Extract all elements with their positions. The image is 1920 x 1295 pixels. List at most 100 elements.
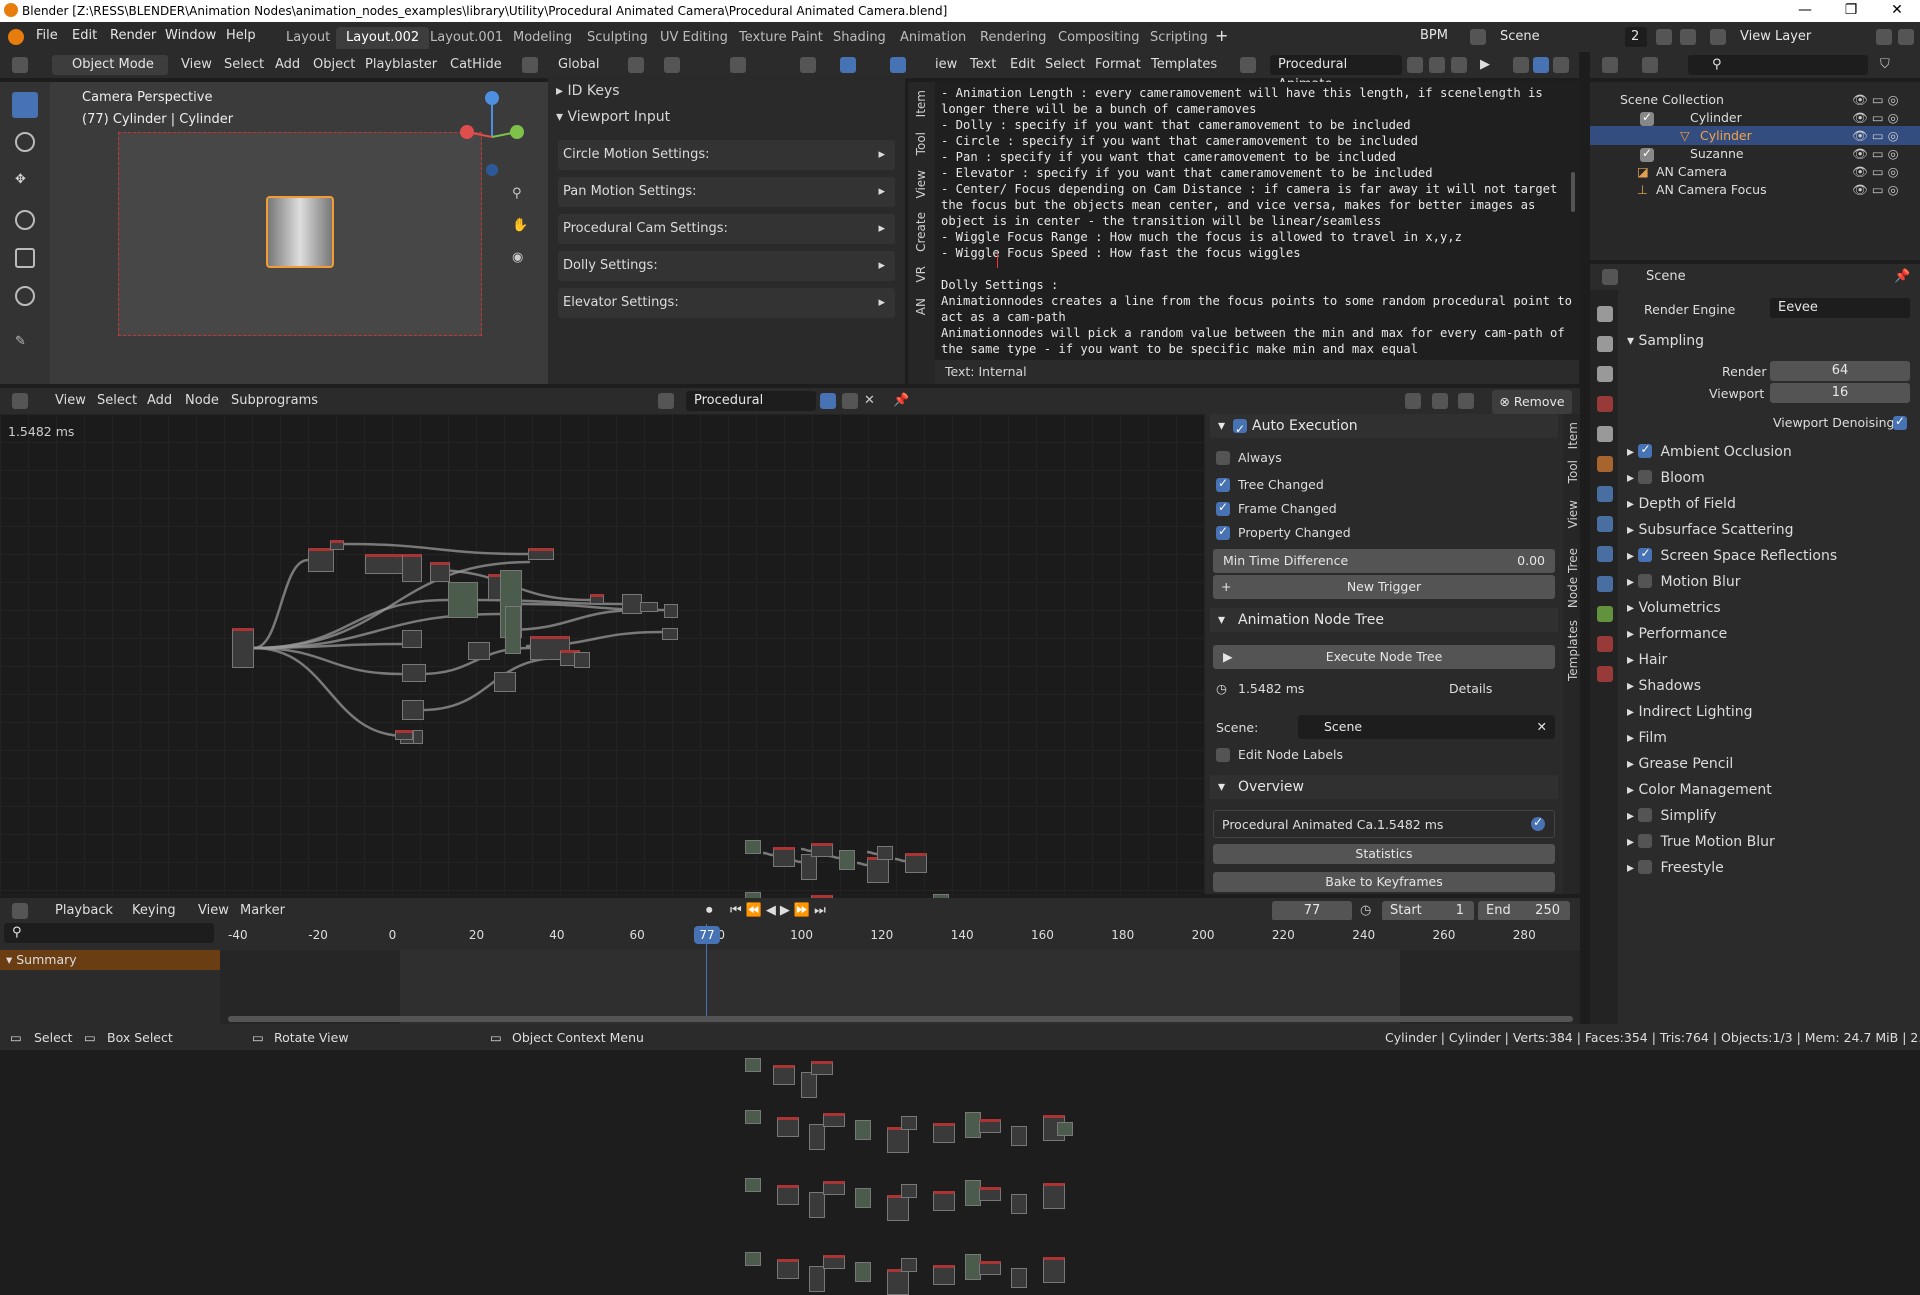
graph-node[interactable] (395, 730, 413, 740)
cylinder-object[interactable] (266, 196, 334, 268)
end-frame-field[interactable]: End 250 (1478, 901, 1570, 921)
timeline-menu-playback[interactable]: Playback (55, 903, 113, 918)
statistics-button[interactable]: Statistics (1213, 844, 1555, 864)
properties-section-ambient-occlusion[interactable]: ▸ Ambient Occlusion (1627, 442, 1792, 460)
properties-section-color-management[interactable]: ▸ Color Management (1627, 782, 1772, 798)
tab-layout-002[interactable]: Layout.002 (336, 27, 430, 49)
visibility-icons[interactable]: 👁 ▭ ◎ (1852, 182, 1899, 198)
timeline-type-icon[interactable] (12, 903, 28, 919)
zoom-icon[interactable]: ⚲ (512, 186, 528, 202)
graph-node[interactable] (745, 1178, 761, 1192)
pan-motion-settings[interactable]: Pan Motion Settings: ▸ (558, 177, 895, 207)
graph-node[interactable] (809, 1266, 825, 1292)
text-editor[interactable]: - Animation Length : every cameramovemen… (935, 82, 1579, 384)
graph-node[interactable] (773, 1065, 795, 1085)
suzanne-checkbox[interactable] (1640, 146, 1654, 162)
frame-changed-checkbox[interactable] (1216, 500, 1230, 516)
scene-field[interactable]: Scene ✕ (1298, 715, 1555, 739)
graph-node[interactable] (1011, 1126, 1027, 1146)
graph-node[interactable] (640, 602, 658, 612)
text-datablock-icon[interactable] (1240, 57, 1256, 73)
tab-texture-paint[interactable]: Texture Paint (729, 27, 833, 49)
gizmo-icon[interactable] (840, 57, 856, 73)
bake-keyframes-button[interactable]: Bake to Keyframes (1213, 872, 1555, 892)
properties-tab-icon[interactable] (1597, 426, 1613, 442)
always-checkbox[interactable] (1216, 451, 1230, 465)
remove-view-layer-icon[interactable] (1898, 29, 1914, 45)
text-menu-select[interactable]: Select (1045, 57, 1085, 72)
tab-scripting[interactable]: Scripting (1140, 27, 1218, 49)
visibility-icons[interactable]: 👁 ▭ ◎ (1852, 146, 1899, 162)
graph-node[interactable] (855, 1262, 871, 1282)
circle-motion-settings[interactable]: Circle Motion Settings: ▸ (558, 140, 895, 170)
viewport-menu-select[interactable]: Select (224, 57, 264, 72)
graph-node[interactable] (777, 1185, 799, 1205)
menu-help[interactable]: Help (226, 28, 256, 43)
properties-tab-icon[interactable] (1597, 606, 1613, 622)
pivot-icon[interactable] (628, 57, 644, 73)
filter-icon[interactable]: ⛉ (1880, 57, 1896, 73)
overview-panel[interactable]: ▾ Overview (1210, 775, 1558, 799)
properties-section-simplify[interactable]: ▸ Simplify (1627, 808, 1717, 824)
text-menu-format[interactable]: Format (1095, 57, 1141, 72)
graph-node[interactable] (887, 1127, 909, 1153)
graph-node[interactable] (468, 642, 490, 660)
navigation-gizmo[interactable] (455, 82, 545, 182)
summary-channel[interactable]: ▾ Summary (0, 950, 220, 970)
graph-node[interactable] (528, 548, 554, 560)
graph-node[interactable] (979, 1187, 1001, 1201)
properties-type-icon[interactable] (1602, 269, 1618, 285)
outliner-item-an-camera[interactable]: AN Camera (1656, 164, 1727, 179)
node-tab-item[interactable]: Item (1566, 422, 1580, 449)
new-text-icon[interactable] (1407, 57, 1423, 73)
properties-section-subsurface-scattering[interactable]: ▸ Subsurface Scattering (1627, 522, 1793, 538)
timeline-search[interactable]: ⚲ (0, 922, 220, 944)
graph-node[interactable] (979, 1261, 1001, 1275)
graph-node[interactable] (745, 1110, 761, 1124)
graph-node[interactable] (232, 628, 254, 668)
timeline-menu-keying[interactable]: Keying (132, 903, 176, 918)
new-tree-icon[interactable] (842, 393, 858, 409)
graph-node[interactable] (1043, 1257, 1065, 1283)
properties-tab-icon[interactable] (1597, 456, 1613, 472)
properties-section-shadows[interactable]: ▸ Shadows (1627, 678, 1701, 694)
annotate-tool-icon[interactable]: ✎ (15, 334, 35, 354)
pin-icon[interactable]: 📌 (893, 393, 909, 409)
properties-section-bloom[interactable]: ▸ Bloom (1627, 470, 1705, 486)
properties-section-motion-blur[interactable]: ▸ Motion Blur (1627, 574, 1741, 590)
graph-node[interactable] (1043, 1183, 1065, 1209)
line-numbers-icon[interactable] (1513, 57, 1529, 73)
tab-tool[interactable]: Tool (914, 132, 928, 155)
graph-node[interactable] (505, 606, 521, 654)
node-menu-subprograms[interactable]: Subprograms (231, 393, 318, 408)
graph-node[interactable] (933, 1191, 955, 1211)
graph-node[interactable] (590, 594, 604, 604)
auto-execution-checkbox[interactable] (1233, 417, 1247, 441)
overview-toggle[interactable] (1531, 815, 1545, 831)
tab-sculpting[interactable]: Sculpting (577, 27, 658, 49)
playback-controls[interactable]: ⏮⏪◀▶⏩⏭ (730, 903, 830, 918)
visibility-icons[interactable]: 👁 ▭ ◎ (1852, 164, 1899, 180)
outliner-search[interactable]: ⚲ (1688, 55, 1868, 75)
properties-section-indirect-lighting[interactable]: ▸ Indirect Lighting (1627, 704, 1753, 720)
word-wrap-icon[interactable] (1533, 57, 1549, 73)
graph-node[interactable] (855, 1188, 871, 1208)
render-engine-select[interactable]: Eevee (1770, 298, 1910, 318)
add-workspace-icon[interactable]: + (1215, 26, 1228, 45)
render-samples-field[interactable]: 64 (1770, 361, 1910, 381)
properties-section-hair[interactable]: ▸ Hair (1627, 652, 1667, 668)
open-text-icon[interactable] (1429, 57, 1445, 73)
graph-node[interactable] (839, 850, 855, 870)
properties-section-freestyle[interactable]: ▸ Freestyle (1627, 860, 1724, 876)
graph-node[interactable] (823, 1255, 845, 1269)
mode-selector[interactable]: Object Mode (52, 55, 168, 75)
section-checkbox[interactable] (1638, 860, 1653, 874)
start-frame-field[interactable]: Start 1 (1382, 901, 1474, 921)
scale-tool-icon[interactable] (15, 248, 35, 268)
graph-node[interactable] (773, 847, 795, 867)
properties-tab-icon[interactable] (1597, 546, 1613, 562)
blender-menu-icon[interactable] (8, 29, 24, 45)
remove-button[interactable]: ⊗ Remove (1492, 390, 1572, 414)
graph-node[interactable] (933, 1265, 955, 1285)
minimize-button[interactable]: — (1782, 0, 1828, 22)
